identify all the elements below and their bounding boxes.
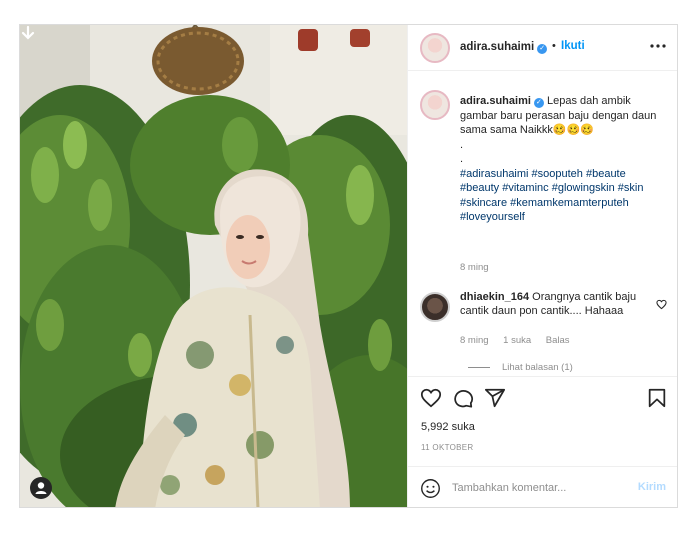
reply-button[interactable]: Balas bbox=[546, 335, 570, 346]
heart-icon[interactable] bbox=[420, 387, 442, 409]
view-replies-label[interactable]: Lihat balasan (1) bbox=[502, 362, 573, 373]
caption-avatar[interactable] bbox=[420, 90, 450, 120]
verified-icon: ✓ bbox=[533, 98, 544, 108]
instagram-post: adira.suhaimi ✓ • Ikuti adira.suhaimi ✓ Le… bbox=[19, 24, 678, 508]
caption-hashtags[interactable]: #adirasuhaimi #sooputeh #beaute #beauty … bbox=[460, 168, 643, 224]
user-tag-icon[interactable] bbox=[30, 477, 52, 499]
post-photo[interactable] bbox=[20, 25, 407, 507]
verified-icon: ✓ bbox=[537, 44, 548, 54]
header-username[interactable]: adira.suhaimi ✓ bbox=[460, 41, 548, 54]
more-icon[interactable] bbox=[648, 39, 668, 53]
post-side-panel: adira.suhaimi ✓ • Ikuti adira.suhaimi ✓ Le… bbox=[407, 25, 677, 507]
caption-dot: . bbox=[460, 153, 464, 165]
follow-separator: • bbox=[552, 40, 556, 52]
photo-illustration bbox=[20, 25, 407, 507]
commenter-avatar[interactable] bbox=[420, 292, 450, 322]
caption-dot: . bbox=[460, 138, 464, 151]
caption-username[interactable]: adira.suhaimi bbox=[460, 95, 531, 107]
emoji-icon[interactable] bbox=[420, 478, 441, 499]
likes-count[interactable]: 5,992 suka bbox=[421, 421, 475, 433]
comment-likes[interactable]: 1 suka bbox=[503, 335, 531, 346]
comment-input[interactable] bbox=[452, 479, 622, 497]
post-actions: 5,992 suka 11 OKTOBER bbox=[408, 376, 677, 476]
header-username-text[interactable]: adira.suhaimi bbox=[460, 41, 534, 53]
comments-section[interactable]: adira.suhaimi ✓ Lepas dah ambik gambar ba… bbox=[408, 72, 677, 376]
avatar[interactable] bbox=[420, 33, 450, 63]
comment-username[interactable]: dhiaekin_164 bbox=[460, 291, 529, 303]
post-header: adira.suhaimi ✓ • Ikuti bbox=[408, 25, 677, 71]
replies-divider bbox=[468, 366, 490, 368]
post-comment-button[interactable]: Kirim bbox=[638, 481, 666, 493]
caption: adira.suhaimi ✓ Lepas dah ambik gambar ba… bbox=[460, 94, 665, 225]
share-icon[interactable] bbox=[484, 387, 506, 409]
add-comment-bar: Kirim bbox=[408, 466, 677, 507]
comment-meta: 8 ming 1 suka Balas bbox=[460, 335, 582, 346]
view-replies-button[interactable]: Lihat balasan (1) bbox=[468, 362, 573, 373]
user-silhouette bbox=[35, 482, 47, 494]
bookmark-icon[interactable] bbox=[646, 387, 668, 409]
follow-button[interactable]: Ikuti bbox=[561, 40, 585, 52]
comment-like-icon[interactable] bbox=[656, 299, 667, 310]
comment-time: 8 ming bbox=[460, 335, 489, 346]
comment-icon[interactable] bbox=[452, 387, 474, 409]
post-date[interactable]: 11 OKTOBER bbox=[421, 443, 474, 452]
caption-time[interactable]: 8 ming bbox=[460, 262, 489, 273]
download-icon[interactable] bbox=[20, 25, 36, 41]
comment: dhiaekin_164 Orangnya cantik baju cantik… bbox=[460, 290, 650, 318]
